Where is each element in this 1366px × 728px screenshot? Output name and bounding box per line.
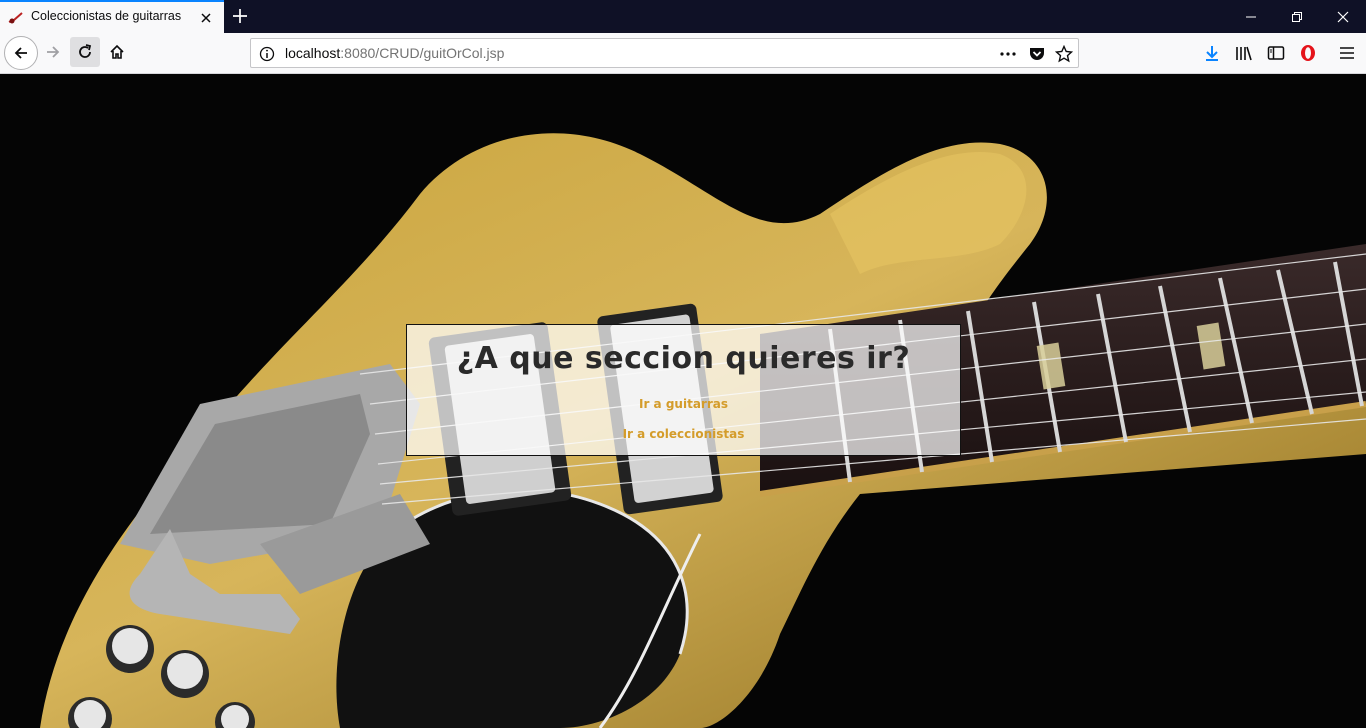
restore-icon — [1292, 12, 1302, 22]
guitar-favicon-icon — [8, 12, 23, 24]
tab-title: Coleccionistas de guitarras — [31, 9, 182, 23]
library-icon[interactable] — [1235, 44, 1253, 62]
forward-button[interactable] — [38, 37, 68, 67]
guitarras-link[interactable]: Ir a guitarras — [407, 397, 960, 411]
url-host: localhost — [285, 45, 341, 61]
close-window-button[interactable] — [1320, 0, 1366, 33]
home-icon — [110, 44, 124, 59]
back-button[interactable] — [4, 36, 38, 70]
menu-icon[interactable] — [1338, 44, 1356, 62]
reload-button[interactable] — [70, 37, 100, 67]
download-icon[interactable] — [1203, 44, 1221, 62]
pocket-icon[interactable] — [1028, 45, 1046, 63]
close-tab-icon[interactable] — [198, 10, 214, 26]
back-icon — [14, 47, 27, 59]
star-icon[interactable] — [1055, 45, 1073, 63]
close-icon — [1337, 11, 1349, 23]
coleccionistas-link[interactable]: Ir a coleccionistas — [407, 427, 960, 441]
minimize-button[interactable] — [1228, 0, 1274, 33]
forward-icon — [47, 46, 60, 58]
reload-icon — [79, 44, 92, 58]
info-icon[interactable] — [259, 46, 275, 62]
url-text[interactable]: localhost:8080/CRUD/guitOrCol.jsp — [285, 45, 504, 61]
tab-active[interactable]: Coleccionistas de guitarras — [0, 0, 224, 33]
nav-bar: localhost:8080/CRUD/guitOrCol.jsp — [0, 33, 1366, 74]
opera-icon[interactable] — [1299, 44, 1317, 62]
url-path: :8080/CRUD/guitOrCol.jsp — [340, 45, 505, 61]
new-tab-icon[interactable] — [231, 7, 249, 25]
home-button[interactable] — [102, 37, 132, 67]
page-content: ¿A que seccion quieres ir? Ir a guitarra… — [0, 74, 1366, 728]
restore-button[interactable] — [1274, 0, 1320, 33]
page-title: ¿A que seccion quieres ir? — [456, 341, 911, 376]
more-icon[interactable] — [999, 45, 1017, 63]
sidebar-icon[interactable] — [1267, 44, 1285, 62]
section-chooser-panel: ¿A que seccion quieres ir? Ir a guitarra… — [406, 324, 961, 456]
tab-strip: Coleccionistas de guitarras — [0, 0, 1366, 33]
url-bar[interactable]: localhost:8080/CRUD/guitOrCol.jsp — [250, 38, 1079, 68]
minimize-icon — [1246, 16, 1256, 18]
